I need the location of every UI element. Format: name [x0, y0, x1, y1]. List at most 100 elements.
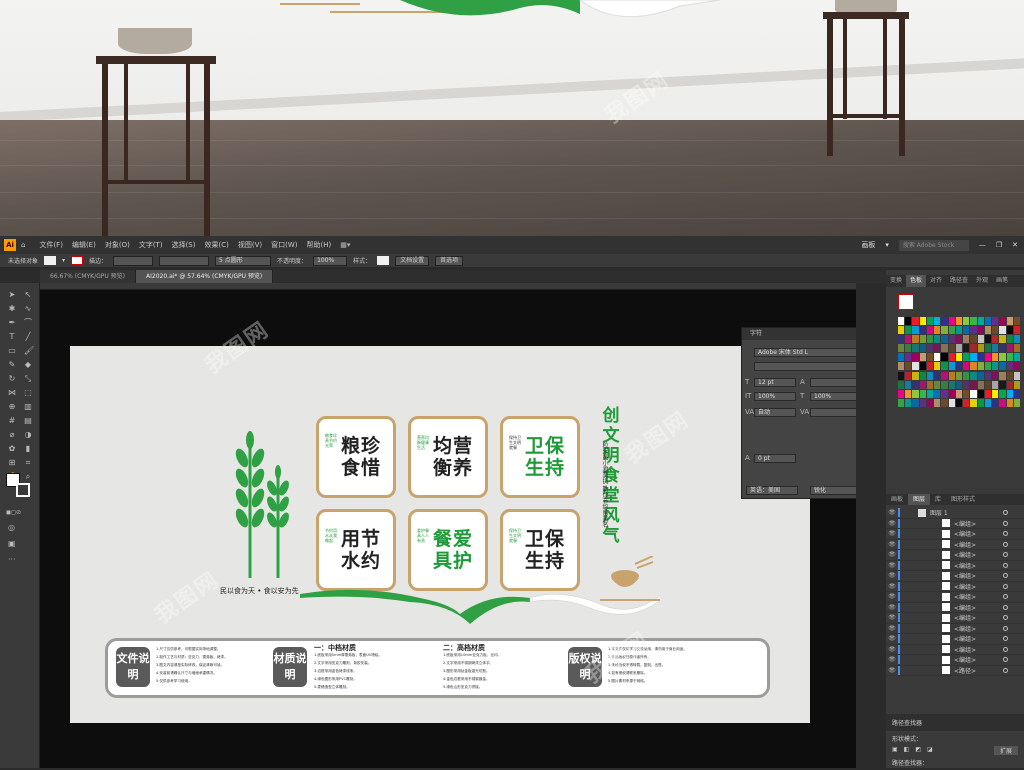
blend-tool-icon[interactable]: ◑ — [24, 431, 32, 439]
color-swatch[interactable] — [912, 317, 919, 325]
color-swatch[interactable] — [970, 335, 977, 344]
color-swatch[interactable] — [970, 317, 977, 325]
color-swatch[interactable] — [941, 344, 948, 353]
color-swatch[interactable] — [992, 353, 999, 362]
color-swatch[interactable] — [948, 389, 955, 398]
color-swatch[interactable] — [999, 362, 1006, 371]
color-swatch[interactable] — [934, 362, 941, 371]
color-swatch[interactable] — [977, 398, 984, 407]
card-hygiene[interactable]: 保持卫生文明就餐 卫保 生持 — [500, 416, 580, 498]
visibility-eye-icon[interactable]: 👁 — [886, 520, 898, 527]
close-icon[interactable]: ✕ — [1012, 241, 1018, 249]
color-swatch[interactable] — [977, 317, 984, 325]
type-tool-icon[interactable]: T — [8, 333, 16, 341]
color-swatch[interactable] — [948, 362, 955, 371]
target-circle-icon[interactable] — [1003, 520, 1008, 526]
color-swatch[interactable] — [1006, 335, 1013, 344]
color-swatch[interactable] — [963, 371, 970, 380]
color-swatch[interactable] — [926, 389, 934, 398]
fill-dropdown-icon[interactable]: ▾ — [62, 257, 65, 264]
free-transform-icon[interactable]: ⬚ — [24, 389, 32, 397]
visibility-eye-icon[interactable]: 👁 — [886, 667, 898, 674]
color-swatch[interactable] — [948, 353, 955, 362]
color-swatch[interactable] — [941, 398, 948, 407]
color-swatch[interactable] — [948, 317, 955, 325]
color-swatch[interactable] — [941, 380, 948, 389]
color-swatch[interactable] — [970, 344, 977, 353]
target-circle-icon[interactable] — [1003, 562, 1008, 568]
color-swatch[interactable] — [1013, 344, 1020, 353]
color-swatch[interactable] — [955, 317, 963, 325]
opacity-input[interactable]: 100% — [313, 255, 348, 266]
layers-list[interactable]: 👁 图层 1 👁 <编组> 👁 <编组> 👁 <编组> 👁 <编组> 👁 <编组> 👁 <编组> 👁 <编组>… — [886, 508, 1024, 680]
color-swatch[interactable] — [926, 326, 934, 335]
horizontal-scale-input[interactable]: 100% — [810, 392, 856, 401]
color-swatch[interactable] — [992, 380, 999, 389]
color-swatch[interactable] — [948, 398, 955, 407]
layer-row-main[interactable]: 👁 图层 1 — [886, 508, 1024, 519]
color-swatch[interactable] — [941, 353, 948, 362]
info-bar[interactable]: 文件说明 1.尺寸仅供参考，可根据实际场地调整。 2.制作工艺与材质：亚克力、雪… — [105, 638, 770, 698]
canvas-area[interactable]: 粮食珍贵节约光荣 粮珍 食惜 营养均衡健康生活 均营 衡养 保持卫生文明就餐 卫… — [40, 290, 856, 768]
color-swatch[interactable] — [977, 326, 984, 335]
color-swatch[interactable] — [934, 344, 941, 353]
sublayer-row[interactable]: 👁 <路径> — [886, 665, 1024, 676]
workspace-dropdown-icon[interactable]: ▾ — [885, 241, 889, 249]
selection-tool-icon[interactable]: ➤ — [8, 291, 16, 299]
color-swatch[interactable] — [955, 344, 963, 353]
color-swatch[interactable] — [926, 371, 934, 380]
color-swatch[interactable] — [941, 362, 948, 371]
color-swatch[interactable] — [970, 380, 977, 389]
color-swatch[interactable] — [1013, 380, 1020, 389]
pen-tool-icon[interactable]: ✒ — [8, 319, 16, 327]
vertical-scale-input[interactable]: 100% — [754, 392, 796, 401]
target-circle-icon[interactable] — [1003, 531, 1008, 537]
swap-colors-icon[interactable]: ◼◻⊘ — [6, 509, 34, 516]
color-swatch[interactable] — [970, 362, 977, 371]
visibility-eye-icon[interactable]: 👁 — [886, 604, 898, 611]
restore-icon[interactable]: ❐ — [996, 241, 1002, 249]
color-swatch[interactable] — [999, 335, 1006, 344]
kerning-input[interactable]: 自动 — [754, 408, 796, 417]
menu-view[interactable]: 视图(V) — [238, 240, 262, 250]
rotate-tool-icon[interactable]: ↻ — [8, 375, 16, 383]
card-grain[interactable]: 粮食珍贵节约光荣 粮珍 食惜 — [316, 416, 396, 498]
unite-icon[interactable]: ▣ — [892, 746, 898, 755]
sublayer-row[interactable]: 👁 <编组> — [886, 571, 1024, 582]
card-nutrition[interactable]: 营养均衡健康生活 均营 衡养 — [408, 416, 488, 498]
card-water[interactable]: 节约用水从我做起 用节 水约 — [316, 509, 396, 591]
tab-transform[interactable]: 变换 — [886, 275, 906, 287]
color-swatch[interactable] — [905, 353, 912, 362]
exclude-icon[interactable]: ◪ — [927, 746, 933, 755]
color-swatch[interactable] — [955, 335, 963, 344]
color-swatch[interactable] — [919, 344, 926, 353]
color-swatch[interactable] — [919, 335, 926, 344]
color-swatch[interactable] — [999, 353, 1006, 362]
artboard-tool-icon[interactable]: ⊞ — [8, 459, 16, 467]
color-swatch[interactable] — [934, 335, 941, 344]
color-swatch[interactable] — [926, 362, 934, 371]
color-swatch[interactable] — [992, 389, 999, 398]
sublayer-row[interactable]: 👁 <编组> — [886, 539, 1024, 550]
color-swatch[interactable] — [1006, 344, 1013, 353]
color-swatch[interactable] — [999, 344, 1006, 353]
target-circle-icon[interactable] — [1003, 657, 1008, 663]
color-swatch[interactable] — [977, 353, 984, 362]
color-swatch[interactable] — [919, 380, 926, 389]
color-swatch[interactable] — [1006, 317, 1013, 325]
color-swatch[interactable] — [898, 353, 905, 362]
visibility-eye-icon[interactable]: 👁 — [886, 646, 898, 653]
tab-layers[interactable]: 图层 — [908, 494, 931, 505]
color-swatch[interactable] — [970, 371, 977, 380]
color-swatch[interactable] — [984, 371, 992, 380]
brush-definition[interactable]: 5 点圆形 — [215, 255, 272, 266]
color-swatch[interactable] — [992, 317, 999, 325]
color-swatch[interactable] — [898, 317, 905, 325]
paintbrush-tool-icon[interactable]: 🖌 — [24, 347, 34, 355]
color-swatch[interactable] — [963, 380, 970, 389]
minus-front-icon[interactable]: ◧ — [904, 746, 910, 755]
sublayer-row[interactable]: 👁 <编组> — [886, 644, 1024, 655]
visibility-eye-icon[interactable]: 👁 — [886, 572, 898, 579]
perspective-grid-icon[interactable]: ▥ — [24, 403, 32, 411]
color-swatch[interactable] — [1006, 389, 1013, 398]
